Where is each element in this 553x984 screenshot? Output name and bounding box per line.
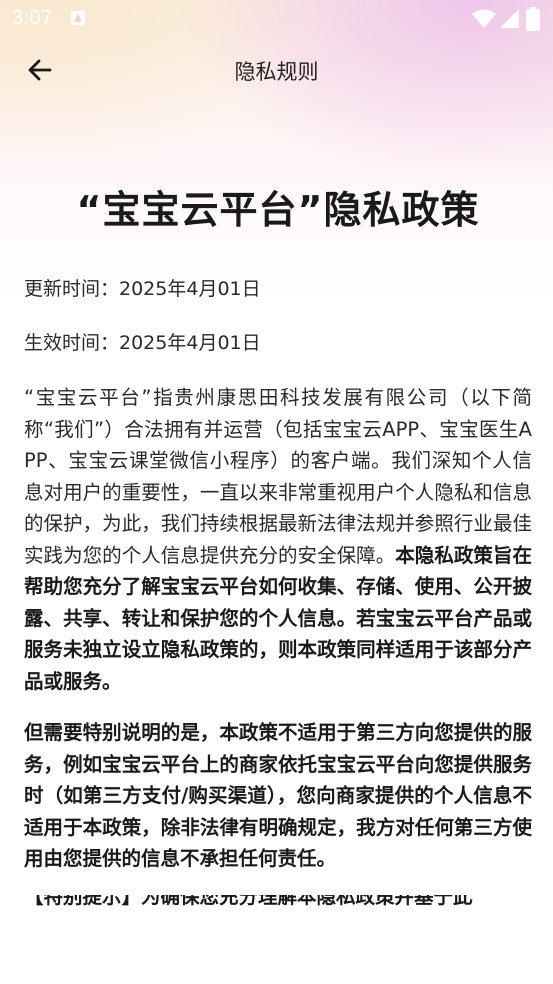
paragraph-intro-normal: “宝宝云平台”指贵州康思田科技发展有限公司（以下简称“我们”）合法拥有并运营（包… [24, 386, 532, 567]
battery-icon [526, 7, 540, 31]
notification-icon [71, 11, 85, 25]
signal-icon [500, 9, 519, 28]
effective-date: 生效时间：2025年4月01日 [24, 332, 261, 354]
paragraph-third-party-bold: 但需要特别说明的是，本政策不适用于第三方向您提供的服务，例如宝宝云平台上的商家依… [24, 721, 532, 870]
status-bar: 3:07 [0, 0, 553, 38]
wifi-icon [472, 9, 496, 28]
policy-content[interactable]: “宝宝云平台”隐私政策 更新时间：2025年4月01日 生效时间：2025年4月… [24, 178, 532, 909]
document-title: “宝宝云平台”隐私政策 [76, 188, 480, 232]
bottom-edge [0, 960, 553, 984]
paragraph-intro: “宝宝云平台”指贵州康思田科技发展有限公司（以下简称“我们”）合法拥有并运营（包… [24, 382, 532, 697]
updated-date: 更新时间：2025年4月01日 [24, 278, 261, 300]
paragraph-special-notice-text: 【特别提示】为确保您充分理解本隐私政策并基于此 [24, 894, 473, 908]
status-time: 3:07 [12, 7, 53, 29]
page-title: 隐私规则 [234, 60, 319, 84]
app-bar: 隐私规则 [0, 38, 553, 102]
paragraph-third-party: 但需要特别说明的是，本政策不适用于第三方向您提供的服务，例如宝宝云平台上的商家依… [24, 717, 532, 875]
paragraph-special-notice: 【特别提示】为确保您充分理解本隐私政策并基于此 [24, 895, 532, 909]
